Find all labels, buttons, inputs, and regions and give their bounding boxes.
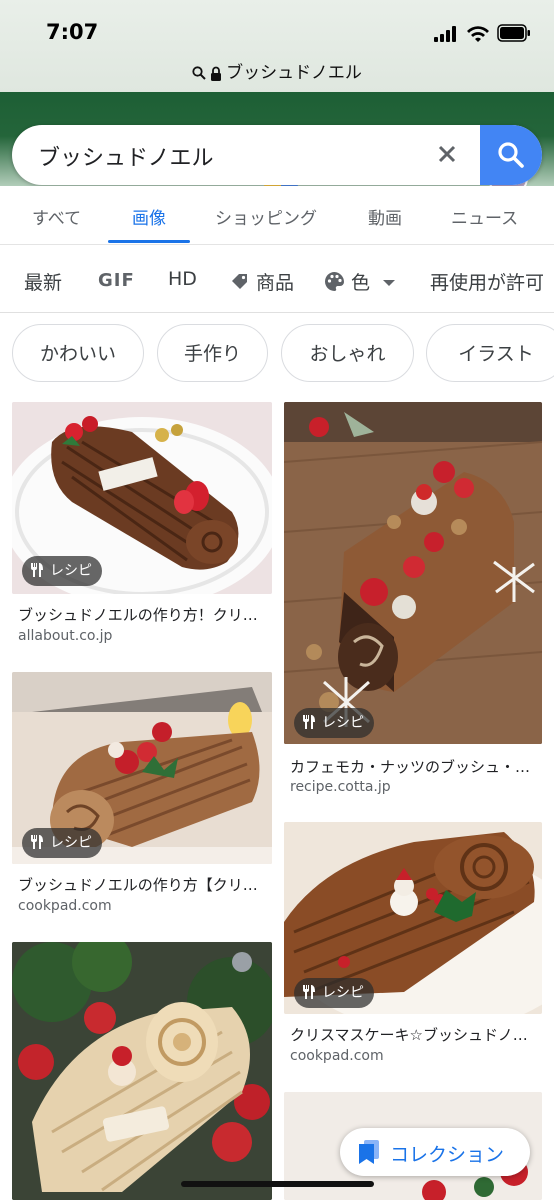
utensils-icon: [31, 563, 43, 577]
filter-latest[interactable]: 最新: [24, 268, 62, 295]
result-title[interactable]: カフェモカ・ナッツのブッシュ・…: [290, 756, 540, 777]
recipe-badge-label: レシピ: [322, 985, 364, 1001]
status-bar: 7:07 ブッシュドノエル: [0, 0, 554, 92]
result-image[interactable]: [284, 402, 542, 744]
cellular-signal-icon: [434, 26, 460, 42]
chip-stylish[interactable]: おしゃれ: [281, 324, 414, 382]
result-card[interactable]: レシピ クリスマスケーキ☆ブッシュドノ… cookpad.com: [284, 822, 542, 1072]
home-indicator: [181, 1181, 374, 1187]
bookmark-collection-icon: [359, 1140, 379, 1164]
status-time: 7:07: [46, 20, 99, 44]
collection-button[interactable]: コレクション: [340, 1128, 530, 1176]
recipe-badge: レシピ: [294, 978, 374, 1008]
result-title[interactable]: ブッシュドノエルの作り方！クリ…: [18, 604, 268, 625]
lock-icon: [211, 66, 222, 81]
recipe-badge-label: レシピ: [50, 835, 92, 851]
utensils-icon: [303, 715, 315, 729]
search-box[interactable]: ブッシュドノエル: [12, 125, 542, 185]
tab-images[interactable]: 画像: [132, 204, 166, 229]
result-card[interactable]: レシピ ブッシュドノエルの作り方【クリ… cookpad.com: [12, 672, 272, 922]
tab-all[interactable]: すべて: [32, 204, 81, 229]
result-title[interactable]: ブッシュドノエルの作り方【クリ…: [18, 874, 268, 895]
filter-product[interactable]: 商品: [230, 268, 294, 295]
clear-icon[interactable]: [432, 139, 462, 169]
filter-reuse[interactable]: 再使用が許可: [430, 268, 554, 295]
search-tabs: すべて 画像 ショッピング 動画 ニュース: [0, 186, 554, 245]
utensils-icon: [31, 835, 43, 849]
search-input[interactable]: ブッシュドノエル: [38, 140, 214, 172]
chip-illustration[interactable]: イラスト: [426, 324, 554, 382]
cake-image-5: [12, 942, 272, 1200]
wifi-icon: [467, 26, 489, 42]
result-card[interactable]: レシピ カフェモカ・ナッツのブッシュ・… recipe.cotta.jp: [284, 402, 542, 800]
address-text: ブッシュドノエル: [226, 63, 362, 83]
filter-bar: 最新 GIF HD 商品 色 再使用が許可: [0, 246, 554, 313]
search-icon: [192, 66, 206, 80]
recipe-badge: レシピ: [22, 556, 102, 586]
result-image[interactable]: [12, 942, 272, 1200]
filter-color-label: 色: [351, 272, 371, 294]
result-card[interactable]: [12, 942, 272, 1200]
recipe-badge: レシピ: [22, 828, 102, 858]
filter-color[interactable]: 色: [324, 268, 402, 295]
chevron-down-icon: [383, 280, 396, 286]
recipe-badge: レシピ: [294, 708, 374, 738]
tab-shopping[interactable]: ショッピング: [215, 204, 317, 229]
result-source: recipe.cotta.jp: [290, 779, 391, 795]
search-icon: [498, 142, 524, 168]
collection-button-label: コレクション: [390, 1144, 505, 1166]
cake-image-2: [284, 402, 542, 744]
result-source: cookpad.com: [290, 1048, 384, 1064]
result-title[interactable]: クリスマスケーキ☆ブッシュドノ…: [290, 1024, 540, 1045]
palette-icon: [325, 272, 344, 291]
recipe-badge-label: レシピ: [322, 715, 364, 731]
tag-icon: [232, 274, 247, 289]
chip-handmade[interactable]: 手作り: [157, 324, 268, 382]
filter-gif[interactable]: GIF: [98, 270, 135, 291]
search-button[interactable]: [480, 125, 542, 185]
utensils-icon: [303, 985, 315, 999]
battery-icon: [497, 24, 530, 42]
tab-news[interactable]: ニュース: [451, 204, 518, 229]
recipe-badge-label: レシピ: [50, 563, 92, 579]
active-tab-indicator: [108, 240, 190, 243]
result-source: cookpad.com: [18, 898, 112, 914]
chip-kawaii[interactable]: かわいい: [12, 324, 144, 382]
result-source: allabout.co.jp: [18, 628, 113, 644]
filter-product-label: 商品: [256, 272, 295, 294]
filter-hd[interactable]: HD: [168, 268, 197, 290]
result-card[interactable]: レシピ ブッシュドノエルの作り方！クリ… allabout.co.jp: [12, 402, 272, 652]
tab-videos[interactable]: 動画: [368, 204, 402, 229]
address-bar[interactable]: ブッシュドノエル: [0, 58, 554, 83]
